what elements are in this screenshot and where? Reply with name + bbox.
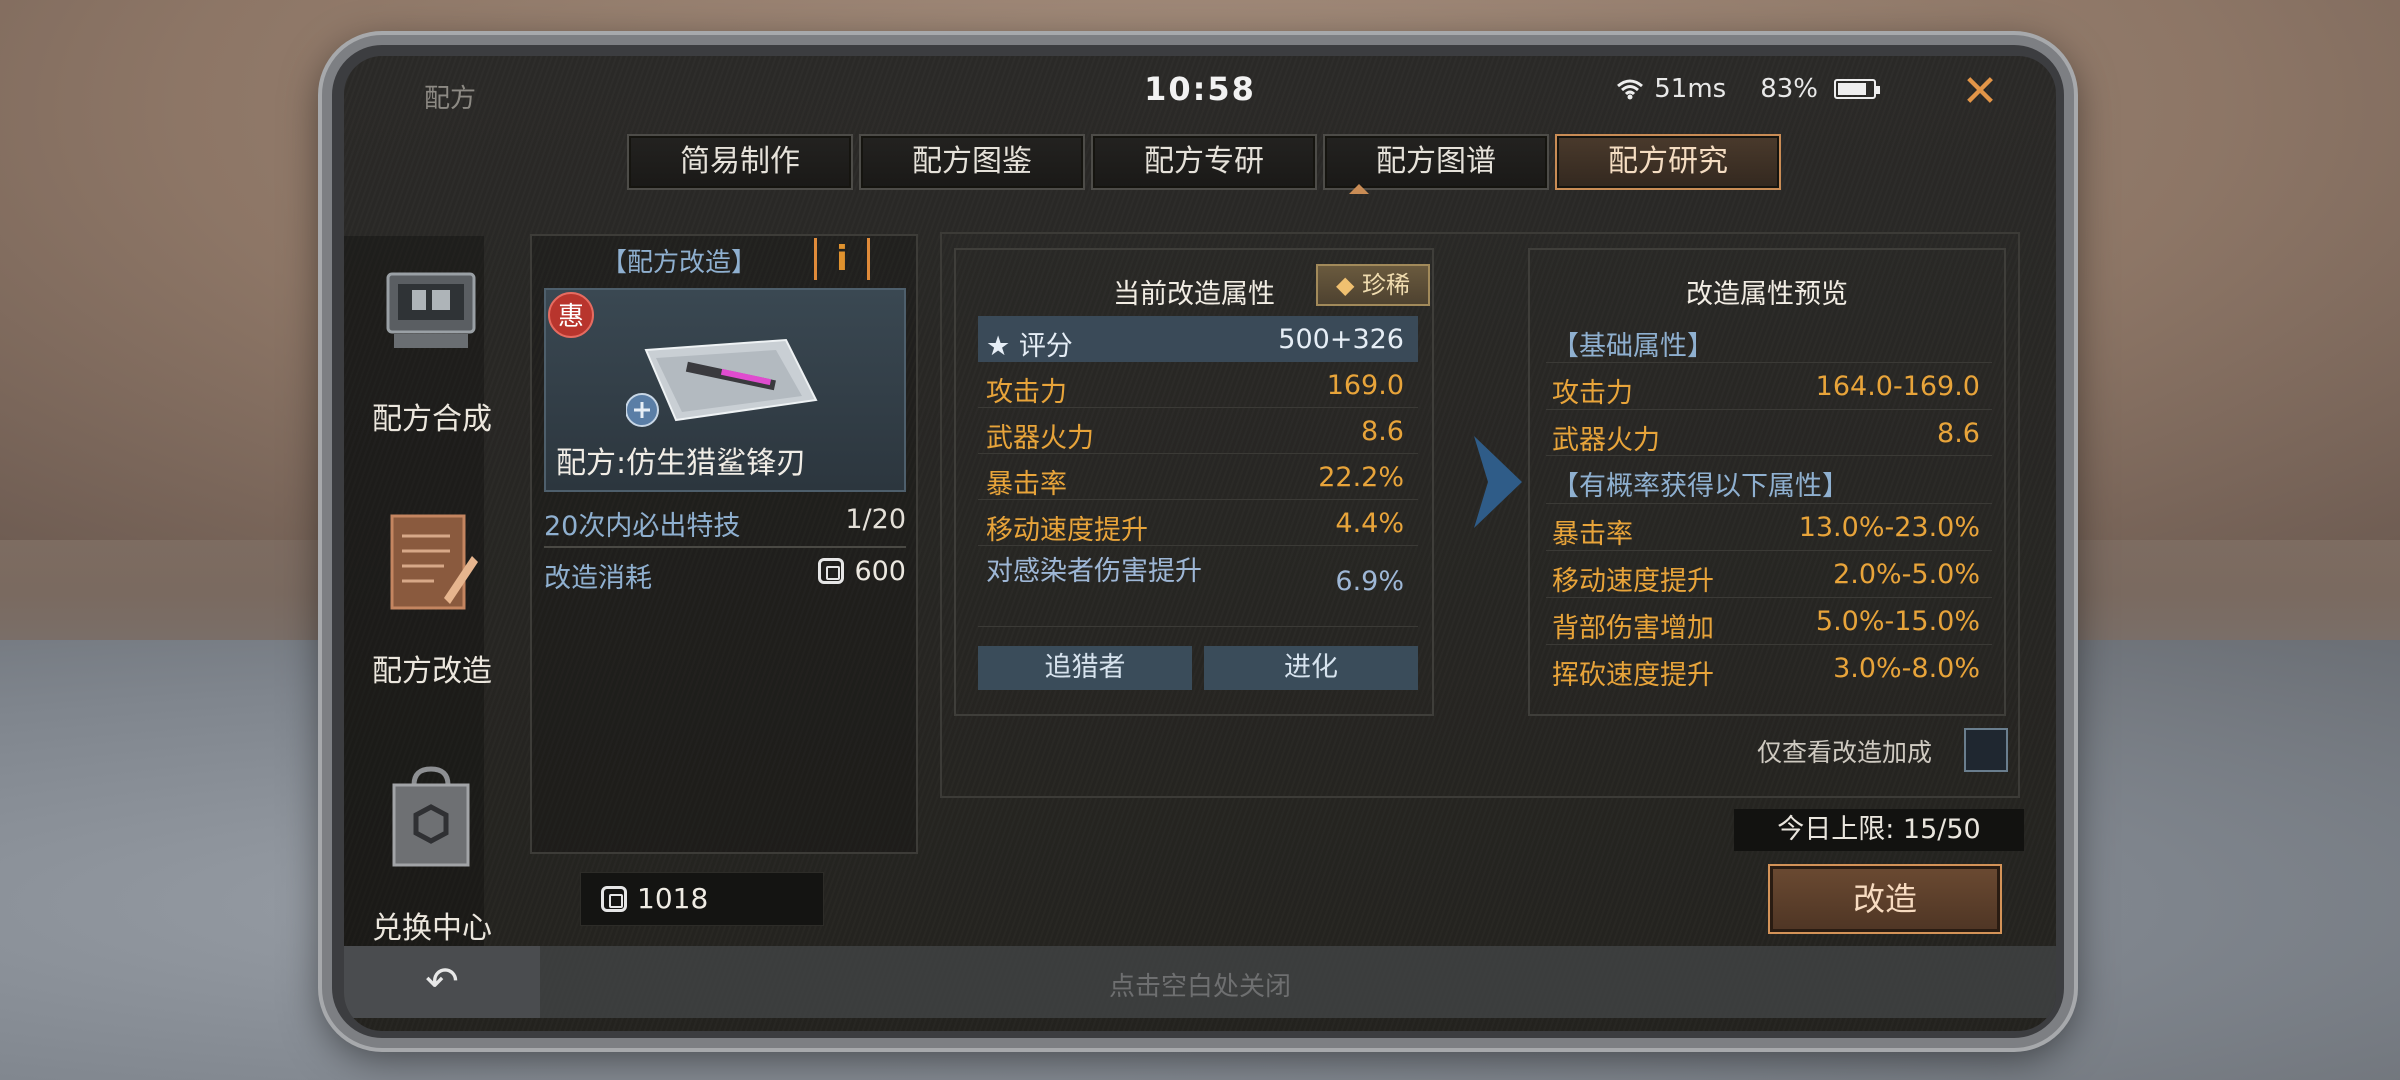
stat-row: 暴击率 22.2% <box>978 454 1418 500</box>
tab-recipe-atlas[interactable]: 配方图谱 <box>1323 134 1549 190</box>
modify-button[interactable]: 改造 <box>1768 864 2002 934</box>
tab-recipe-research[interactable]: 配方研究 <box>1555 134 1781 190</box>
diamond-icon: ◆ <box>1335 271 1355 299</box>
battery-percent: 83% <box>1760 74 1818 104</box>
cost-row: 改造消耗 600 <box>544 556 906 595</box>
sidenav-item-modify[interactable]: 配方改造 <box>344 496 520 726</box>
stat-value: 500+326 <box>1278 324 1404 355</box>
sidenav-label: 兑换中心 <box>372 911 492 946</box>
current-attributes-panel: 当前改造属性 ◆ 珍稀 ★ 评分 500+326 攻击力 169.0 武器火力 … <box>954 248 1434 716</box>
star-check-icon: ★ <box>986 331 1011 362</box>
balance-value: 1018 <box>637 882 709 915</box>
discount-badge: 惠 <box>548 292 594 338</box>
rarity-label: 珍稀 <box>1362 271 1411 299</box>
stat-label: 移动速度提升 <box>986 515 1148 546</box>
rarity-badge: ◆ 珍稀 <box>1316 264 1430 306</box>
stat-label: 暴击率 <box>986 469 1067 500</box>
sidenav-label: 配方合成 <box>372 402 492 437</box>
status-indicators: 51ms 83% <box>1616 74 1880 104</box>
recipe-name: 配方:仿生猎鲨锋刃 <box>556 446 807 481</box>
stat-value: 22.2% <box>1318 462 1404 493</box>
terminal-icon <box>386 272 476 348</box>
dismiss-hint: 点击空白处关闭 <box>1108 972 1291 1002</box>
preview-row: 挥砍速度提升 3.0%-8.0% <box>1546 645 1992 691</box>
stat-value: 169.0 <box>1326 370 1404 401</box>
stat-label: 对感染者伤害提升 <box>986 556 1202 587</box>
stat-label: 武器火力 <box>986 423 1094 454</box>
tab-recipe-study[interactable]: 配方专研 <box>1091 134 1317 190</box>
material-balance: 1018 <box>580 872 824 926</box>
preview-row: 背部伤害增加 5.0%-15.0% <box>1546 598 1992 644</box>
divider <box>544 546 906 548</box>
tab-recipe-catalog[interactable]: 配方图鉴 <box>859 134 1085 190</box>
stat-value: 5.0%-15.0% <box>1815 606 1980 637</box>
preview-row: 移动速度提升 2.0%-5.0% <box>1546 551 1992 597</box>
material-coin-icon <box>818 558 845 584</box>
stat-label: 暴击率 <box>1552 519 1633 550</box>
trait-tag-evolve[interactable]: 进化 <box>1204 646 1418 690</box>
cost-label: 改造消耗 <box>544 563 652 594</box>
chance-attributes-header: 【有概率获得以下属性】 <box>1552 471 1849 502</box>
stat-row: 武器火力 8.6 <box>978 408 1418 454</box>
tab-bar: 简易制作 配方图鉴 配方专研 配方图谱 配方研究 <box>627 134 1781 190</box>
game-screen: 配方 10:58 51ms 83% ✕ 简易制作 配方图鉴 配方专研 配方图谱 … <box>344 56 2056 1031</box>
stat-value: 13.0%-23.0% <box>1798 512 1980 543</box>
stat-label: 移动速度提升 <box>1552 566 1714 597</box>
preview-row: 攻击力 164.0-169.0 <box>1546 363 1992 409</box>
blueprint-icon <box>626 338 818 427</box>
daily-limit: 今日上限: 15/50 <box>1734 809 2024 851</box>
info-button[interactable]: i <box>814 238 870 280</box>
cost-value: 600 <box>854 556 906 587</box>
stat-row: 对感染者伤害提升 6.9% <box>978 550 1418 620</box>
preview-row: 武器火力 8.6 <box>1546 410 1992 456</box>
base-attributes-header: 【基础属性】 <box>1552 331 1714 362</box>
recipe-modify-panel: 【配方改造】 i 惠 配方:仿生猎鲨锋刃 20次内必出特技 1/20 改造消耗 … <box>530 234 918 854</box>
stat-label: 攻击力 <box>1552 378 1633 409</box>
stat-value: 4.4% <box>1335 508 1404 539</box>
row-divider <box>978 545 1418 546</box>
stat-label: 攻击力 <box>986 377 1067 408</box>
guarantee-row: 20次内必出特技 1/20 <box>544 504 906 543</box>
ping-value: 51ms <box>1654 74 1727 104</box>
stat-value: 6.9% <box>1335 566 1404 597</box>
guarantee-value: 1/20 <box>845 504 906 535</box>
stat-label: 背部伤害增加 <box>1552 613 1714 644</box>
trait-tag-hunter[interactable]: 追猎者 <box>978 646 1192 690</box>
stat-value: 2.0%-5.0% <box>1833 559 1980 590</box>
stat-value: 8.6 <box>1361 416 1404 447</box>
wifi-icon <box>1617 79 1644 100</box>
material-coin-icon <box>601 886 627 912</box>
modify-only-checkbox[interactable] <box>1964 728 2008 772</box>
sidenav-label: 配方改造 <box>372 654 492 689</box>
stat-row: 攻击力 169.0 <box>978 362 1418 408</box>
preview-row: 暴击率 13.0%-23.0% <box>1546 504 1992 550</box>
notepad-pen-icon <box>390 514 478 610</box>
stat-label: 武器火力 <box>1552 425 1660 456</box>
tab-simple-craft[interactable]: 简易制作 <box>627 134 853 190</box>
modify-only-label: 仅查看改造加成 <box>1757 738 1933 767</box>
battery-icon <box>1834 79 1880 99</box>
chevron-right-icon <box>1474 436 1522 528</box>
stat-label: 评分 <box>1018 331 1073 362</box>
stat-value: 164.0-169.0 <box>1815 371 1980 402</box>
stat-value: 3.0%-8.0% <box>1833 653 1980 684</box>
stat-row: 移动速度提升 4.4% <box>978 500 1418 546</box>
recipe-card[interactable]: 惠 配方:仿生猎鲨锋刃 <box>544 288 906 492</box>
close-button[interactable]: ✕ <box>1956 68 2004 116</box>
active-tab-caret-icon <box>1349 184 1369 194</box>
shopping-bag-icon <box>392 766 470 867</box>
score-row: ★ 评分 500+326 <box>978 316 1418 362</box>
sidenav-item-synthesis[interactable]: 配方合成 <box>344 244 520 474</box>
preview-title: 改造属性预览 <box>1686 279 1848 310</box>
stat-label: 挥砍速度提升 <box>1552 660 1714 691</box>
preview-attributes-panel: 改造属性预览 【基础属性】 攻击力 164.0-169.0 武器火力 8.6 【… <box>1528 248 2006 716</box>
row-divider <box>978 626 1418 627</box>
stat-value: 8.6 <box>1937 418 1980 449</box>
guarantee-label: 20次内必出特技 <box>544 511 741 542</box>
